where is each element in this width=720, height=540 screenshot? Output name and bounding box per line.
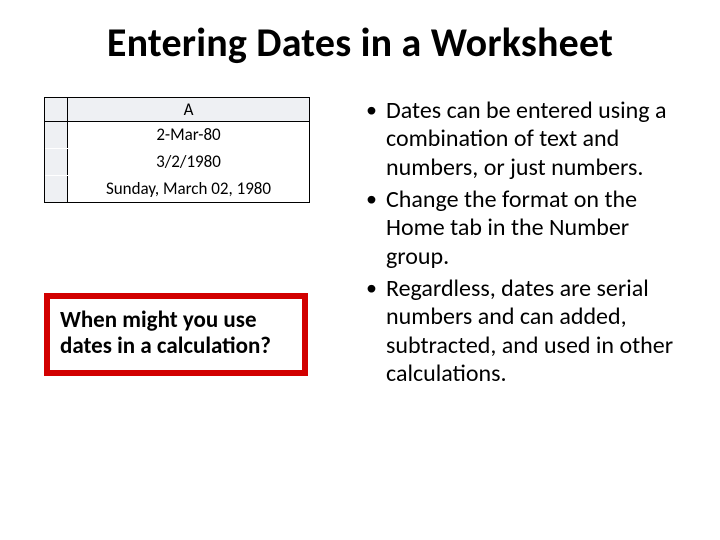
cell-value: Sunday, March 02, 1980 <box>68 176 309 202</box>
sheet-row: 3/2/1980 <box>45 148 309 175</box>
row-header <box>45 149 68 175</box>
sheet-row: 2-Mar-80 <box>45 122 309 148</box>
callout-text: When might you use dates in a calculatio… <box>60 307 292 360</box>
sheet-row: Sunday, March 02, 1980 <box>45 175 309 202</box>
row-header <box>45 122 68 148</box>
right-column: Dates can be entered using a combination… <box>358 97 680 392</box>
bullet-item: Regardless, dates are serial numbers and… <box>362 275 680 388</box>
slide-title: Entering Dates in a Worksheet <box>40 18 680 67</box>
bullet-list: Dates can be entered using a combination… <box>358 97 680 388</box>
row-header <box>45 176 68 202</box>
bullet-item: Change the format on the Home tab in the… <box>362 186 680 271</box>
sheet-header-row: A <box>45 98 309 122</box>
row-header-spacer <box>45 98 68 122</box>
cell-value: 3/2/1980 <box>68 149 309 175</box>
content-columns: A 2-Mar-80 3/2/1980 Sunday, March 02, 19… <box>40 97 680 392</box>
spreadsheet-snippet: A 2-Mar-80 3/2/1980 Sunday, March 02, 19… <box>44 97 310 203</box>
left-column: A 2-Mar-80 3/2/1980 Sunday, March 02, 19… <box>40 97 330 376</box>
slide: Entering Dates in a Worksheet A 2-Mar-80… <box>0 0 720 540</box>
bullet-item: Dates can be entered using a combination… <box>362 97 680 182</box>
cell-value: 2-Mar-80 <box>68 122 309 148</box>
question-callout: When might you use dates in a calculatio… <box>44 293 308 376</box>
column-header-a: A <box>68 98 309 122</box>
